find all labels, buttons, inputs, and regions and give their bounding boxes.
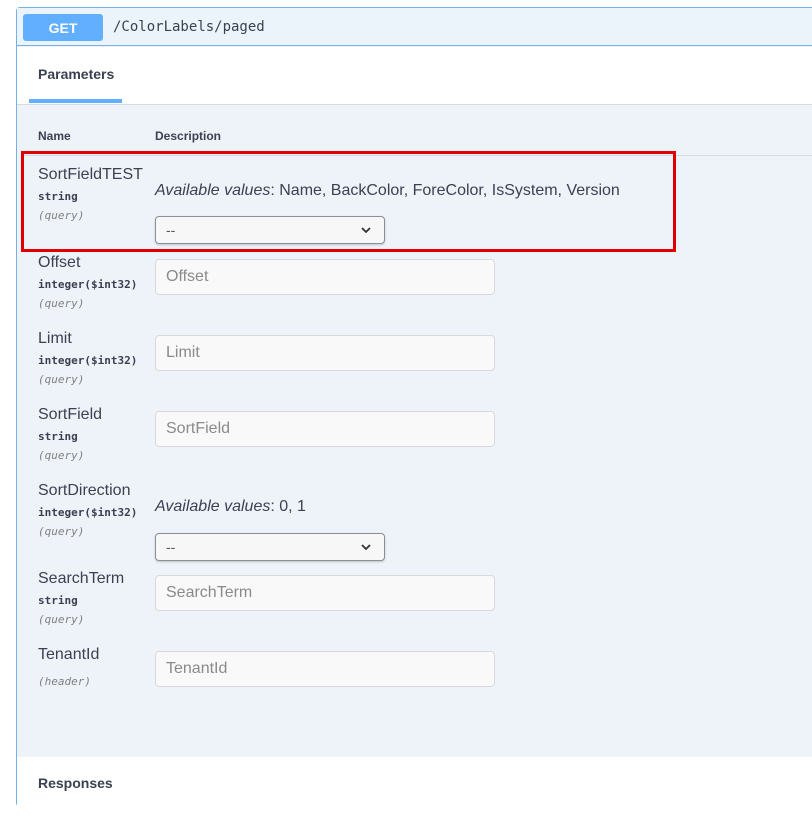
param-name-sortdirection: SortDirection (38, 482, 131, 499)
select-sortdirection[interactable]: -- (155, 533, 385, 561)
param-name-offset: Offset (38, 254, 81, 271)
param-name-tenantid: TenantId (38, 646, 100, 663)
operation-summary[interactable]: GET /ColorLabels/paged (17, 8, 812, 46)
select-value: -- (166, 539, 176, 555)
tenantid-input[interactable] (155, 651, 495, 687)
http-method-badge: GET (23, 14, 103, 41)
available-values-label: Available values (155, 498, 271, 515)
param-location: (header) (38, 675, 91, 688)
param-location: (query) (38, 373, 85, 386)
param-name-searchterm: SearchTerm (38, 570, 125, 587)
operation-path: /ColorLabels/paged (113, 19, 265, 35)
highlight-box (21, 151, 676, 252)
offset-input[interactable] (155, 259, 495, 295)
chevron-down-icon (361, 544, 371, 551)
responses-section: Responses (17, 757, 812, 817)
tab-parameters[interactable]: Parameters (38, 66, 114, 82)
column-header-description: Description (155, 129, 222, 143)
param-location: (query) (38, 449, 85, 462)
param-name-sortfield: SortField (38, 406, 103, 423)
sortfield-input[interactable] (155, 411, 495, 447)
limit-input[interactable] (155, 335, 495, 371)
param-type: string (38, 594, 78, 607)
searchterm-input[interactable] (155, 575, 495, 611)
param-type: integer($int32) (38, 354, 138, 367)
param-location: (query) (38, 525, 85, 538)
param-location: (query) (38, 613, 85, 626)
param-type: integer($int32) (38, 278, 138, 291)
param-type: string (38, 430, 78, 443)
tab-active-indicator (29, 99, 122, 103)
responses-title: Responses (38, 775, 113, 791)
available-values-sortdirection: Available values: 0, 1 (155, 498, 306, 516)
parameters-tab-header: Parameters (17, 47, 812, 105)
param-location: (query) (38, 297, 85, 310)
operation-block: GET /ColorLabels/paged Parameters Name D… (16, 7, 812, 817)
param-type: integer($int32) (38, 506, 138, 519)
param-name-limit: Limit (38, 330, 72, 347)
available-values-list: : 0, 1 (270, 498, 306, 515)
column-header-name: Name (38, 129, 71, 143)
